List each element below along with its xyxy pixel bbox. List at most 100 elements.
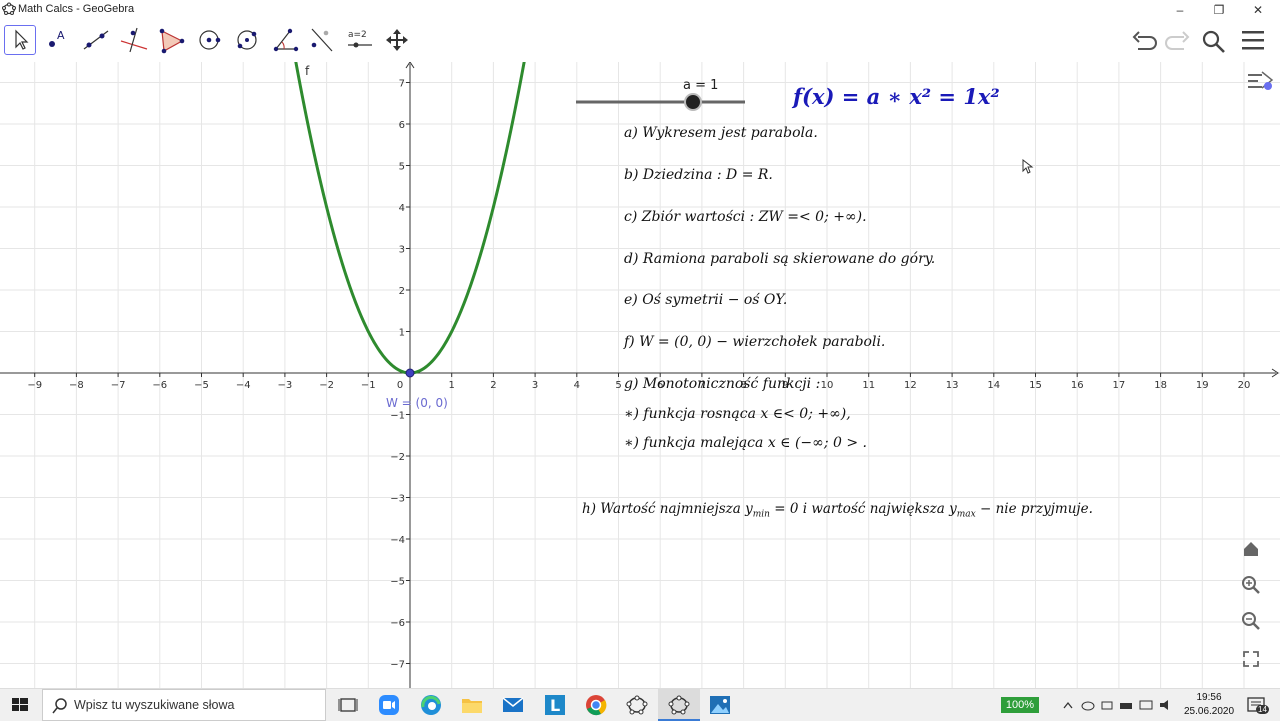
system-tray: [1062, 697, 1182, 713]
function-formula[interactable]: f(x) = a ∗ x² = 1x²: [793, 84, 1000, 109]
text-line-g2[interactable]: ∗) funkcja malejąca x ∈ (−∞; 0 > .: [624, 435, 867, 451]
move-arrows-icon: [386, 29, 408, 51]
svg-text:L: L: [550, 696, 560, 715]
slider-tool-label: a=2: [348, 30, 367, 40]
y-tick-label: −4: [390, 535, 405, 546]
x-tick-label: 18: [1154, 380, 1167, 391]
circle-three-points-tool[interactable]: [232, 25, 264, 55]
text-line-c[interactable]: c) Zbiór wartości : ZW =< 0; +∞).: [624, 209, 867, 225]
clock[interactable]: 19:56 25.06.2020: [1184, 691, 1234, 719]
y-min-subscript: min: [752, 509, 770, 520]
text-line-h-part2: = 0 i wartość największa y: [769, 501, 957, 517]
taskbar-file-explorer[interactable]: [460, 693, 484, 717]
slider-handle[interactable]: [684, 93, 702, 111]
text-line-g[interactable]: g) Monotoniczność funkcji :: [624, 376, 820, 392]
x-tick-label: 0: [397, 380, 403, 391]
reflect-line-icon: [311, 28, 333, 52]
coordinate-plane[interactable]: −9 −8 −7 −6 −5 −4 −3 −2 −1 0 1 2 3 4 5 6 7 8 9 10 11 12 13 14 15…: [0, 62, 1280, 688]
x-tick-label: −3: [278, 380, 293, 391]
text-line-e[interactable]: e) Oś symetrii − oś OY.: [624, 292, 787, 308]
zoom-in-button[interactable]: [1240, 574, 1262, 601]
y-tick-label: 6: [399, 120, 405, 131]
fullscreen-icon: [1243, 651, 1259, 667]
notifications-button[interactable]: 14: [1244, 693, 1269, 717]
task-view-button[interactable]: [336, 693, 360, 717]
x-tick-label: −4: [236, 380, 251, 391]
polygon-icon: [159, 28, 185, 54]
move-graphics-view-tool[interactable]: [382, 25, 414, 55]
x-tick-label: 1: [449, 380, 455, 391]
line-tool[interactable]: [80, 25, 112, 55]
taskbar-photos-app[interactable]: [708, 693, 732, 717]
x-tick-label: 17: [1113, 380, 1126, 391]
y-tick-label: 4: [399, 203, 405, 214]
taskbar-geogebra-active[interactable]: [658, 689, 700, 721]
taskbar-search-box[interactable]: Wpisz tu wyszukiwane słowa: [42, 689, 326, 721]
x-tick-label: 5: [615, 380, 621, 391]
angle-icon: [273, 28, 299, 52]
curve-label: f: [305, 64, 310, 78]
geogebra-app-icon: [2, 2, 16, 15]
axes: [0, 62, 1279, 688]
main-menu-button[interactable]: [1240, 28, 1268, 54]
taskbar-l-app[interactable]: L: [543, 693, 567, 717]
y-tick-label: −5: [390, 577, 405, 588]
circle-center-icon: [199, 30, 221, 50]
angle-tool[interactable]: [270, 25, 302, 55]
close-button[interactable]: ✕: [1238, 0, 1278, 20]
taskbar-zoom-app[interactable]: [377, 693, 401, 717]
text-line-b[interactable]: b) Dziedzina : D = R.: [624, 167, 773, 183]
x-tick-label: 20: [1238, 380, 1251, 391]
x-tick-label: 16: [1071, 380, 1084, 391]
battery-indicator[interactable]: 100%: [1001, 697, 1039, 713]
move-tool[interactable]: [4, 25, 36, 55]
y-max-subscript: max: [956, 509, 976, 520]
minimize-button[interactable]: –: [1160, 0, 1200, 20]
start-button[interactable]: [8, 693, 32, 717]
text-line-h-part1: h) Wartość najmniejsza y: [582, 501, 753, 517]
mail-icon: [502, 697, 524, 712]
taskbar-geogebra-1[interactable]: [625, 693, 649, 717]
tray-icons: [1063, 700, 1168, 711]
taskbar-chrome[interactable]: [584, 693, 608, 717]
polygon-tool[interactable]: [156, 25, 188, 55]
notification-count: 14: [1256, 705, 1269, 714]
slider-tool[interactable]: a=2: [344, 25, 376, 55]
windows-taskbar: Wpisz tu wyszukiwane słowa L 100% 19:56 …: [0, 688, 1280, 721]
vertex-point[interactable]: [405, 368, 415, 378]
chrome-browser-icon: [586, 695, 607, 716]
search-button[interactable]: [1200, 28, 1228, 54]
x-tick-label: −8: [69, 380, 84, 391]
text-line-h[interactable]: h) Wartość najmniejsza ymin = 0 i wartoś…: [582, 501, 1093, 520]
text-line-a[interactable]: a) Wykresem jest parabola.: [624, 125, 818, 141]
text-line-f[interactable]: f) W = (0, 0) − wierzchołek paraboli.: [624, 334, 885, 350]
graphics-view[interactable]: −9 −8 −7 −6 −5 −4 −3 −2 −1 0 1 2 3 4 5 6 7 8 9 10 11 12 13 14 15…: [0, 62, 1280, 688]
style-bar-toggle[interactable]: [1244, 68, 1274, 99]
undo-button[interactable]: [1130, 28, 1158, 54]
circle-center-point-tool[interactable]: [194, 25, 226, 55]
x-tick-label: −2: [319, 380, 334, 391]
perpendicular-line-tool[interactable]: [118, 25, 150, 55]
point-tool[interactable]: A: [42, 25, 74, 55]
text-line-h-part3: − nie przyjmuje.: [975, 501, 1093, 517]
x-tick-label: 15: [1029, 380, 1042, 391]
y-tick-label: −1: [390, 411, 405, 422]
home-button[interactable]: [1240, 538, 1262, 565]
redo-button[interactable]: [1164, 28, 1192, 54]
clock-time: 19:56: [1196, 692, 1222, 703]
line-icon: [83, 30, 109, 50]
text-line-d[interactable]: d) Ramiona paraboli są skierowane do gór…: [624, 251, 935, 267]
taskbar-mail-app[interactable]: [501, 693, 525, 717]
text-line-g1[interactable]: ∗) funkcja rosnąca x ∈< 0; +∞),: [624, 406, 851, 422]
reflect-tool[interactable]: [306, 25, 338, 55]
undo-icon: [1132, 31, 1157, 50]
redo-icon: [1165, 31, 1190, 50]
y-tick-label: 2: [399, 286, 405, 297]
taskbar-edge-app[interactable]: [419, 693, 443, 717]
zoom-out-button[interactable]: [1240, 610, 1262, 637]
edge-browser-icon: [421, 695, 441, 715]
fullscreen-button[interactable]: [1240, 648, 1262, 675]
x-tick-label: −6: [152, 380, 167, 391]
search-placeholder: Wpisz tu wyszukiwane słowa: [74, 698, 235, 712]
restore-button[interactable]: ❐: [1199, 0, 1239, 20]
